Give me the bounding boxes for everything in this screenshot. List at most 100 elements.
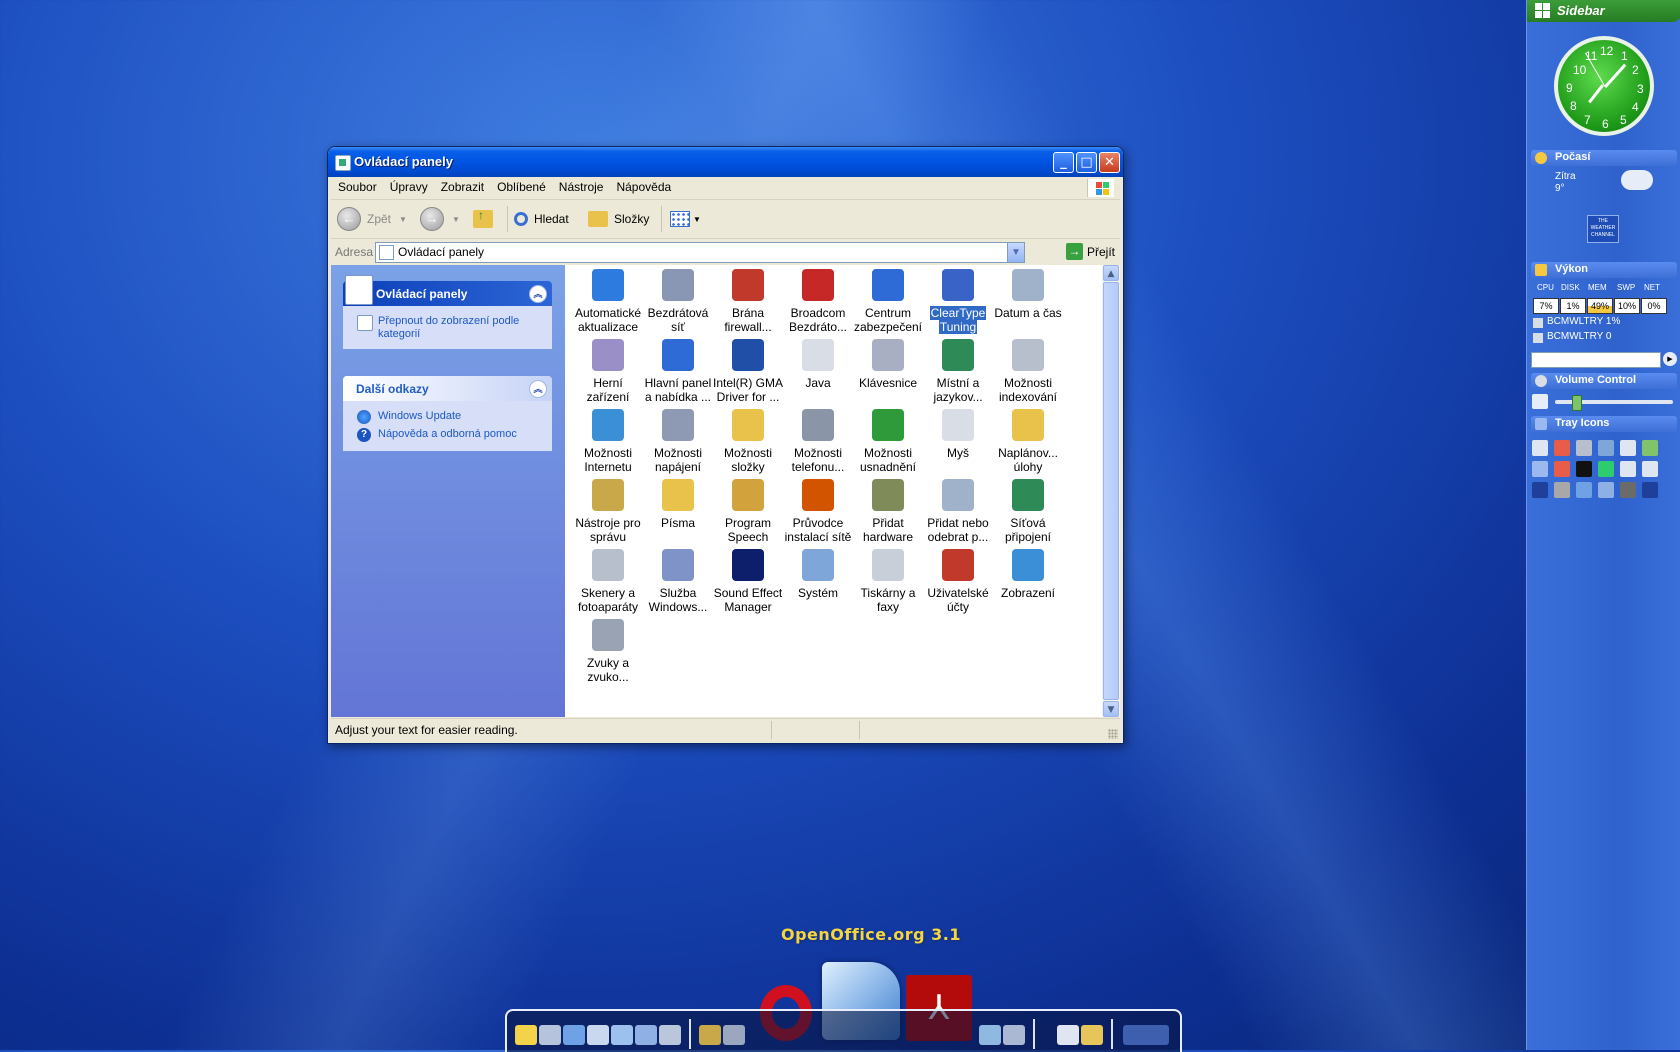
control-panel-item[interactable]: Myš	[921, 409, 995, 460]
control-panel-item[interactable]: Možnosti složky	[711, 409, 785, 474]
documents-icon[interactable]	[587, 1025, 609, 1045]
vertical-scrollbar[interactable]: ▲ ▼	[1102, 265, 1120, 717]
control-panel-item[interactable]: Program Speech	[711, 479, 785, 544]
go-button[interactable]: → Přejít	[1066, 243, 1115, 260]
tray-icon[interactable]	[1642, 482, 1658, 498]
folder-icon[interactable]	[515, 1025, 537, 1045]
control-panel-item[interactable]: Zobrazení	[991, 549, 1065, 600]
tray-icon[interactable]	[1598, 461, 1614, 477]
tray-icon[interactable]	[1620, 461, 1636, 477]
control-panel-item[interactable]: Možnosti indexování	[991, 339, 1065, 404]
up-folder-button[interactable]: ↑	[473, 206, 493, 232]
address-field[interactable]: Ovládací panely ▼	[375, 242, 1025, 263]
forward-dropdown-icon[interactable]: ▼	[452, 215, 460, 224]
virtualbox-icon[interactable]	[979, 1025, 1001, 1045]
control-panel-item[interactable]: Síťová připojení	[991, 479, 1065, 544]
control-panel-item[interactable]: Brána firewall...	[711, 269, 785, 334]
weather-header[interactable]: Počasí	[1531, 150, 1677, 166]
tray-icon[interactable]	[1532, 461, 1548, 477]
control-panel-item[interactable]: Možnosti telefonu...	[781, 409, 855, 474]
music-folder-icon[interactable]	[635, 1025, 657, 1045]
control-panel-item[interactable]: Intel(R) GMA Driver for ...	[711, 339, 785, 404]
back-dropdown-icon[interactable]: ▼	[399, 215, 407, 224]
control-panel-item[interactable]: Automatické aktualizace	[571, 269, 645, 334]
menu-upravy[interactable]: Úpravy	[383, 177, 434, 194]
folders-button[interactable]: Složky	[588, 206, 649, 232]
control-panel-item[interactable]: Datum a čas	[991, 269, 1065, 320]
tray-icon[interactable]	[1620, 482, 1636, 498]
maximize-button[interactable]: □	[1076, 152, 1097, 173]
control-panel-item[interactable]: Herní zařízení	[571, 339, 645, 404]
tray-icon[interactable]	[1620, 440, 1636, 456]
control-panel-item[interactable]: Sound Effect Manager	[711, 549, 785, 614]
tray-icon[interactable]	[1532, 440, 1548, 456]
tools-icon[interactable]	[1081, 1025, 1103, 1045]
paint-icon[interactable]	[723, 1025, 745, 1045]
control-panel-item[interactable]: Skenery a fotoaparáty	[571, 549, 645, 614]
search-tool-icon[interactable]	[699, 1025, 721, 1045]
tray-icon[interactable]	[1554, 440, 1570, 456]
control-panel-item[interactable]: Centrum zabezpečení	[851, 269, 925, 334]
control-panel-item[interactable]: Možnosti napájení	[641, 409, 715, 474]
sidebar-search-input[interactable]	[1531, 352, 1661, 368]
control-panel-item[interactable]: Tiskárny a faxy	[851, 549, 925, 614]
menu-oblibene[interactable]: Oblíbené	[490, 177, 552, 194]
help-support-link[interactable]: ? Nápověda a odborná pomoc	[343, 428, 552, 442]
control-panel-item[interactable]: Nástroje pro správu	[571, 479, 645, 544]
menu-zobrazit[interactable]: Zobrazit	[434, 177, 490, 194]
computer-icon[interactable]	[539, 1025, 561, 1045]
sidebar-search-go-icon[interactable]: ▶	[1663, 352, 1677, 366]
control-panel-item[interactable]: Naplánov... úlohy	[991, 409, 1065, 474]
tray-icon[interactable]	[1532, 482, 1548, 498]
recycle-bin-icon[interactable]	[1057, 1025, 1079, 1045]
switch-category-view-link[interactable]: Přepnout do zobrazení podle kategorií	[343, 315, 552, 341]
control-panel-item[interactable]: Možnosti Internetu	[571, 409, 645, 474]
tray-icon[interactable]	[1554, 461, 1570, 477]
control-panel-item[interactable]: Služba Windows...	[641, 549, 715, 614]
control-panel-item[interactable]: Přidat hardware	[851, 479, 925, 544]
tray-icon[interactable]	[1598, 440, 1614, 456]
back-button[interactable]: ← Zpět ▼	[337, 206, 407, 232]
volume-slider-knob[interactable]	[1571, 395, 1582, 411]
tray-icon[interactable]	[1576, 440, 1592, 456]
resize-grip-icon[interactable]	[1108, 729, 1118, 739]
forward-button[interactable]: → ▼	[420, 206, 460, 232]
collapse-chevron-icon[interactable]: ︽	[529, 380, 547, 398]
control-panel-item[interactable]: Místní a jazykov...	[921, 339, 995, 404]
downloads-icon[interactable]	[659, 1025, 681, 1045]
control-panel-item[interactable]: Přidat nebo odebrat p...	[921, 479, 995, 544]
control-panel-item[interactable]: Klávesnice	[851, 339, 925, 390]
volume-header[interactable]: Volume Control	[1531, 373, 1677, 389]
sidebar-header[interactable]: Sidebar	[1527, 0, 1680, 22]
tray-icon[interactable]	[1554, 482, 1570, 498]
network-icon[interactable]	[563, 1025, 585, 1045]
close-button[interactable]: ✕	[1099, 152, 1120, 173]
tray-icons-header[interactable]: Tray Icons	[1531, 416, 1677, 432]
speaker-icon[interactable]	[1532, 394, 1548, 409]
scroll-up-icon[interactable]: ▲	[1103, 265, 1119, 281]
views-button[interactable]: ▼	[661, 206, 701, 232]
address-dropdown-icon[interactable]: ▼	[1007, 243, 1024, 262]
control-panel-item[interactable]: ClearTypeTuning	[921, 269, 995, 334]
menu-nastroje[interactable]: Nástroje	[552, 177, 610, 194]
control-panel-item[interactable]: Písma	[641, 479, 715, 530]
control-panel-item[interactable]: Java	[781, 339, 855, 390]
tray-icon[interactable]	[1642, 461, 1658, 477]
control-panel-item[interactable]: Bezdrátová síť	[641, 269, 715, 334]
menu-napoveda[interactable]: Nápověda	[609, 177, 677, 194]
collapse-chevron-icon[interactable]: ︽	[529, 285, 547, 303]
clock-widget-icon[interactable]	[1123, 1025, 1169, 1045]
pictures-folder-icon[interactable]	[611, 1025, 633, 1045]
control-panel-item[interactable]: Systém	[781, 549, 855, 600]
scroll-thumb[interactable]	[1103, 282, 1119, 700]
windows-update-link[interactable]: Windows Update	[343, 410, 552, 424]
minimize-button[interactable]: _	[1053, 152, 1074, 173]
scroll-down-icon[interactable]: ▼	[1103, 701, 1119, 717]
performance-header[interactable]: Výkon	[1531, 262, 1677, 278]
title-bar[interactable]: Ovládací panely _ □ ✕	[328, 147, 1123, 177]
control-panel-item[interactable]: Průvodce instalací sítě	[781, 479, 855, 544]
tray-icon[interactable]	[1576, 482, 1592, 498]
control-panel-item[interactable]: Zvuky a zvuko...	[571, 619, 645, 684]
control-panel-item[interactable]: Hlavní panel a nabídka ...	[641, 339, 715, 404]
menu-soubor[interactable]: Soubor	[331, 177, 383, 194]
